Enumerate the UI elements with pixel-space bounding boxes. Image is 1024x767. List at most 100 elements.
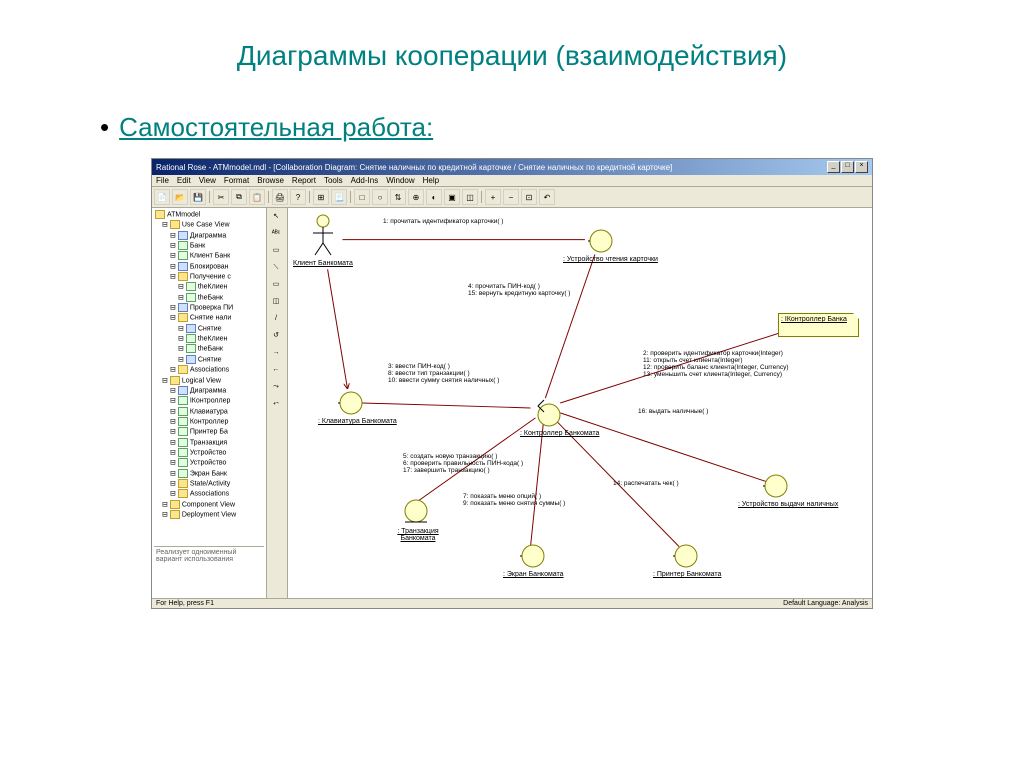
object-controller[interactable] xyxy=(536,398,562,430)
object-bank-interface[interactable]: : IКонтроллер Банка xyxy=(778,313,859,337)
bank-interface-label: : IКонтроллер Банка xyxy=(781,316,847,323)
tree-item[interactable]: ⊟ Associations xyxy=(154,365,264,375)
slide-title: Диаграммы кооперации (взаимодействия) xyxy=(60,40,964,72)
doc-icon[interactable]: 📃 xyxy=(331,189,347,205)
object-cash-dispenser[interactable] xyxy=(763,473,789,501)
tree-item[interactable]: ⊟ theКлиен xyxy=(154,282,264,292)
data-flow-tool-icon[interactable]: ⤳ xyxy=(268,380,284,396)
tree-item[interactable]: ⊟ IКонтроллер xyxy=(154,396,264,406)
actor-client[interactable] xyxy=(308,213,338,260)
maximize-button[interactable]: □ xyxy=(841,161,854,173)
tree-item[interactable]: ⊟ Associations xyxy=(154,489,264,499)
object-keyboard[interactable] xyxy=(338,390,364,418)
class-instance-tool-icon[interactable]: ◫ xyxy=(268,295,284,311)
fit-icon[interactable]: ⊡ xyxy=(521,189,537,205)
object-screen[interactable] xyxy=(520,543,546,571)
tree-item[interactable]: ⊟ theКлиен xyxy=(154,334,264,344)
pointer-tool-icon[interactable]: ↖ xyxy=(268,210,284,226)
tree-item[interactable]: ⊟ Component View xyxy=(154,500,264,510)
diagram-canvas[interactable]: Клиент Банкомата : Устройство чтения кар… xyxy=(288,208,872,598)
tree-item[interactable]: ⊟ Снятие xyxy=(154,355,264,365)
tree-item[interactable]: ⊟ Диаграмма xyxy=(154,231,264,241)
print-icon[interactable]: 🖨 xyxy=(272,189,288,205)
help-icon[interactable]: ? xyxy=(290,189,306,205)
tree-item[interactable]: ⊟ Устройство xyxy=(154,458,264,468)
tree-item[interactable]: ⊟ State/Activity xyxy=(154,479,264,489)
menubar: File Edit View Format Browse Report Tool… xyxy=(152,175,872,187)
new-icon[interactable]: 📄 xyxy=(154,189,170,205)
tree-item[interactable]: ⊟ Экран Банк xyxy=(154,469,264,479)
deploy-diagram-icon[interactable]: ◫ xyxy=(462,189,478,205)
tree-item[interactable]: ⊟ Клавиатура xyxy=(154,407,264,417)
tree-item[interactable]: ⊟ Deployment View xyxy=(154,510,264,520)
tree-root-item[interactable]: ATMmodel xyxy=(154,210,264,220)
statusbar: For Help, press F1 Default Language: Ana… xyxy=(152,598,872,608)
workspace: ATMmodel⊟ Use Case View⊟ Диаграмма⊟ Банк… xyxy=(152,208,872,598)
menu-format[interactable]: Format xyxy=(224,176,249,185)
component-diagram-icon[interactable]: ▣ xyxy=(444,189,460,205)
anchor-tool-icon[interactable]: ⟍ xyxy=(268,261,284,277)
documentation-panel[interactable]: Реализует одноименный вариант использова… xyxy=(154,546,264,596)
message-2-11-12-13: 2: проверить идентификатор карточки(Inte… xyxy=(643,350,789,378)
keyboard-label: : Клавиатура Банкомата xyxy=(318,418,397,425)
tree-item[interactable]: ⊟ Контроллер xyxy=(154,417,264,427)
object-card-reader[interactable] xyxy=(588,228,614,256)
message-16: 16: выдать наличные( ) xyxy=(638,408,708,415)
tree-item[interactable]: ⊟ Снятие нали xyxy=(154,313,264,323)
tree-item[interactable]: ⊟ Устройство xyxy=(154,448,264,458)
tree-item[interactable]: ⊟ Logical View xyxy=(154,376,264,386)
tree-item[interactable]: ⊟ Получение с xyxy=(154,272,264,282)
reverse-message-tool-icon[interactable]: ← xyxy=(268,363,284,379)
message-5-6-17: 5: создать новую транзакцию( ) 6: провер… xyxy=(403,453,523,474)
tree-item[interactable]: ⊟ Блокирован xyxy=(154,262,264,272)
menu-browse[interactable]: Browse xyxy=(257,176,284,185)
menu-file[interactable]: File xyxy=(156,176,169,185)
paste-icon[interactable]: 📋 xyxy=(249,189,265,205)
zoom-in-icon[interactable]: + xyxy=(485,189,501,205)
message-tool-icon[interactable]: → xyxy=(268,346,284,362)
object-transaction[interactable] xyxy=(403,498,429,530)
sequence-diagram-icon[interactable]: ⇅ xyxy=(390,189,406,205)
menu-tools[interactable]: Tools xyxy=(324,176,343,185)
cut-icon[interactable]: ✂ xyxy=(213,189,229,205)
object-tool-icon[interactable]: ▭ xyxy=(268,278,284,294)
message-3-8-10: 3: ввести ПИН-код( ) 8: ввести тип транз… xyxy=(388,363,499,384)
save-icon[interactable]: 💾 xyxy=(190,189,206,205)
note-tool-icon[interactable]: ▭ xyxy=(268,244,284,260)
zoom-out-icon[interactable]: − xyxy=(503,189,519,205)
link-self-tool-icon[interactable]: ↺ xyxy=(268,329,284,345)
minimize-button[interactable]: _ xyxy=(827,161,840,173)
actor-label: Клиент Банкомата xyxy=(293,260,353,267)
tree-item[interactable]: ⊟ Снятие xyxy=(154,324,264,334)
text-tool-icon[interactable]: ᴬᴮᶜ xyxy=(268,227,284,243)
copy-icon[interactable]: ⧉ xyxy=(231,189,247,205)
collab-diagram-icon[interactable]: ⊕ xyxy=(408,189,424,205)
class-diagram-icon[interactable]: □ xyxy=(354,189,370,205)
menu-view[interactable]: View xyxy=(199,176,216,185)
tree-item[interactable]: ⊟ theБанк xyxy=(154,344,264,354)
menu-report[interactable]: Report xyxy=(292,176,316,185)
tree-item[interactable]: ⊟ Транзакция xyxy=(154,438,264,448)
undo-icon[interactable]: ↶ xyxy=(539,189,555,205)
tree-item[interactable]: ⊟ Use Case View xyxy=(154,220,264,230)
tree-item[interactable]: ⊟ Диаграмма xyxy=(154,386,264,396)
reverse-data-flow-tool-icon[interactable]: ⬿ xyxy=(268,397,284,413)
menu-addins[interactable]: Add-Ins xyxy=(351,176,379,185)
tree-item[interactable]: ⊟ theБанк xyxy=(154,293,264,303)
object-printer[interactable] xyxy=(673,543,699,571)
tree-item[interactable]: ⊟ Банк xyxy=(154,241,264,251)
tree-item[interactable]: ⊟ Проверка ПИ xyxy=(154,303,264,313)
menu-window[interactable]: Window xyxy=(386,176,414,185)
link-tool-icon[interactable]: / xyxy=(268,312,284,328)
menu-help[interactable]: Help xyxy=(423,176,439,185)
browser-tree[interactable]: ATMmodel⊟ Use Case View⊟ Диаграмма⊟ Банк… xyxy=(152,208,267,598)
tree-item[interactable]: ⊟ Клиент Банк xyxy=(154,251,264,261)
close-button[interactable]: × xyxy=(855,161,868,173)
window-titlebar: Rational Rose - ATMmodel.mdl - [Collabor… xyxy=(152,159,872,175)
browse-icon[interactable]: ⊞ xyxy=(313,189,329,205)
open-icon[interactable]: 📂 xyxy=(172,189,188,205)
state-diagram-icon[interactable]: ◐ xyxy=(426,189,442,205)
usecase-diagram-icon[interactable]: ○ xyxy=(372,189,388,205)
tree-item[interactable]: ⊟ Принтер Ба xyxy=(154,427,264,437)
menu-edit[interactable]: Edit xyxy=(177,176,191,185)
